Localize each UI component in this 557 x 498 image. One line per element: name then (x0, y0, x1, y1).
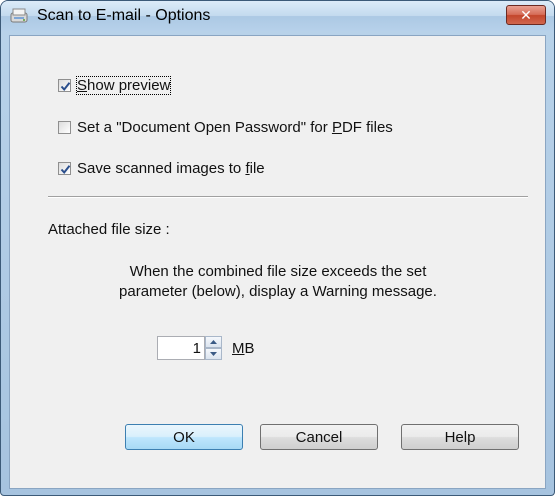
window-title: Scan to E-mail - Options (37, 7, 211, 24)
show-preview-checkbox[interactable] (58, 79, 71, 92)
file-size-input[interactable] (157, 336, 205, 360)
title-bar[interactable]: Scan to E-mail - Options ✕ (1, 1, 554, 31)
close-button[interactable]: ✕ (506, 5, 546, 25)
ok-button[interactable]: OK (125, 424, 243, 450)
close-icon: ✕ (520, 6, 532, 23)
show-preview-label: Show preview (75, 76, 172, 95)
pdf-password-checkbox[interactable] (58, 121, 71, 134)
file-size-spinner: MB (157, 336, 255, 360)
scanner-app-icon (9, 7, 29, 25)
checkmark-icon (60, 82, 71, 92)
help-button[interactable]: Help (401, 424, 519, 450)
cancel-button[interactable]: Cancel (260, 424, 378, 450)
file-size-description: When the combined file size exceeds the … (119, 263, 437, 300)
spin-down-button[interactable] (205, 348, 222, 360)
save-to-file-label: Save scanned images to file (77, 160, 265, 177)
arrow-down-icon (210, 352, 217, 356)
pdf-password-option[interactable]: Set a "Document Open Password" for PDF f… (58, 119, 393, 136)
dialog-body: Show preview Set a "Document Open Passwo… (9, 35, 546, 489)
separator (48, 196, 528, 198)
dialog-window: Scan to E-mail - Options ✕ Show preview … (0, 0, 555, 496)
save-to-file-checkbox[interactable] (58, 162, 71, 175)
attached-file-size-label: Attached file size : (48, 221, 170, 238)
show-preview-option[interactable]: Show preview (58, 76, 172, 95)
spin-up-button[interactable] (205, 336, 222, 348)
pdf-password-label: Set a "Document Open Password" for PDF f… (77, 119, 393, 136)
save-to-file-option[interactable]: Save scanned images to file (58, 160, 265, 177)
arrow-up-icon (210, 340, 217, 344)
checkmark-icon (60, 165, 71, 175)
unit-label: MB (232, 339, 255, 357)
spinner-buttons (205, 336, 222, 360)
